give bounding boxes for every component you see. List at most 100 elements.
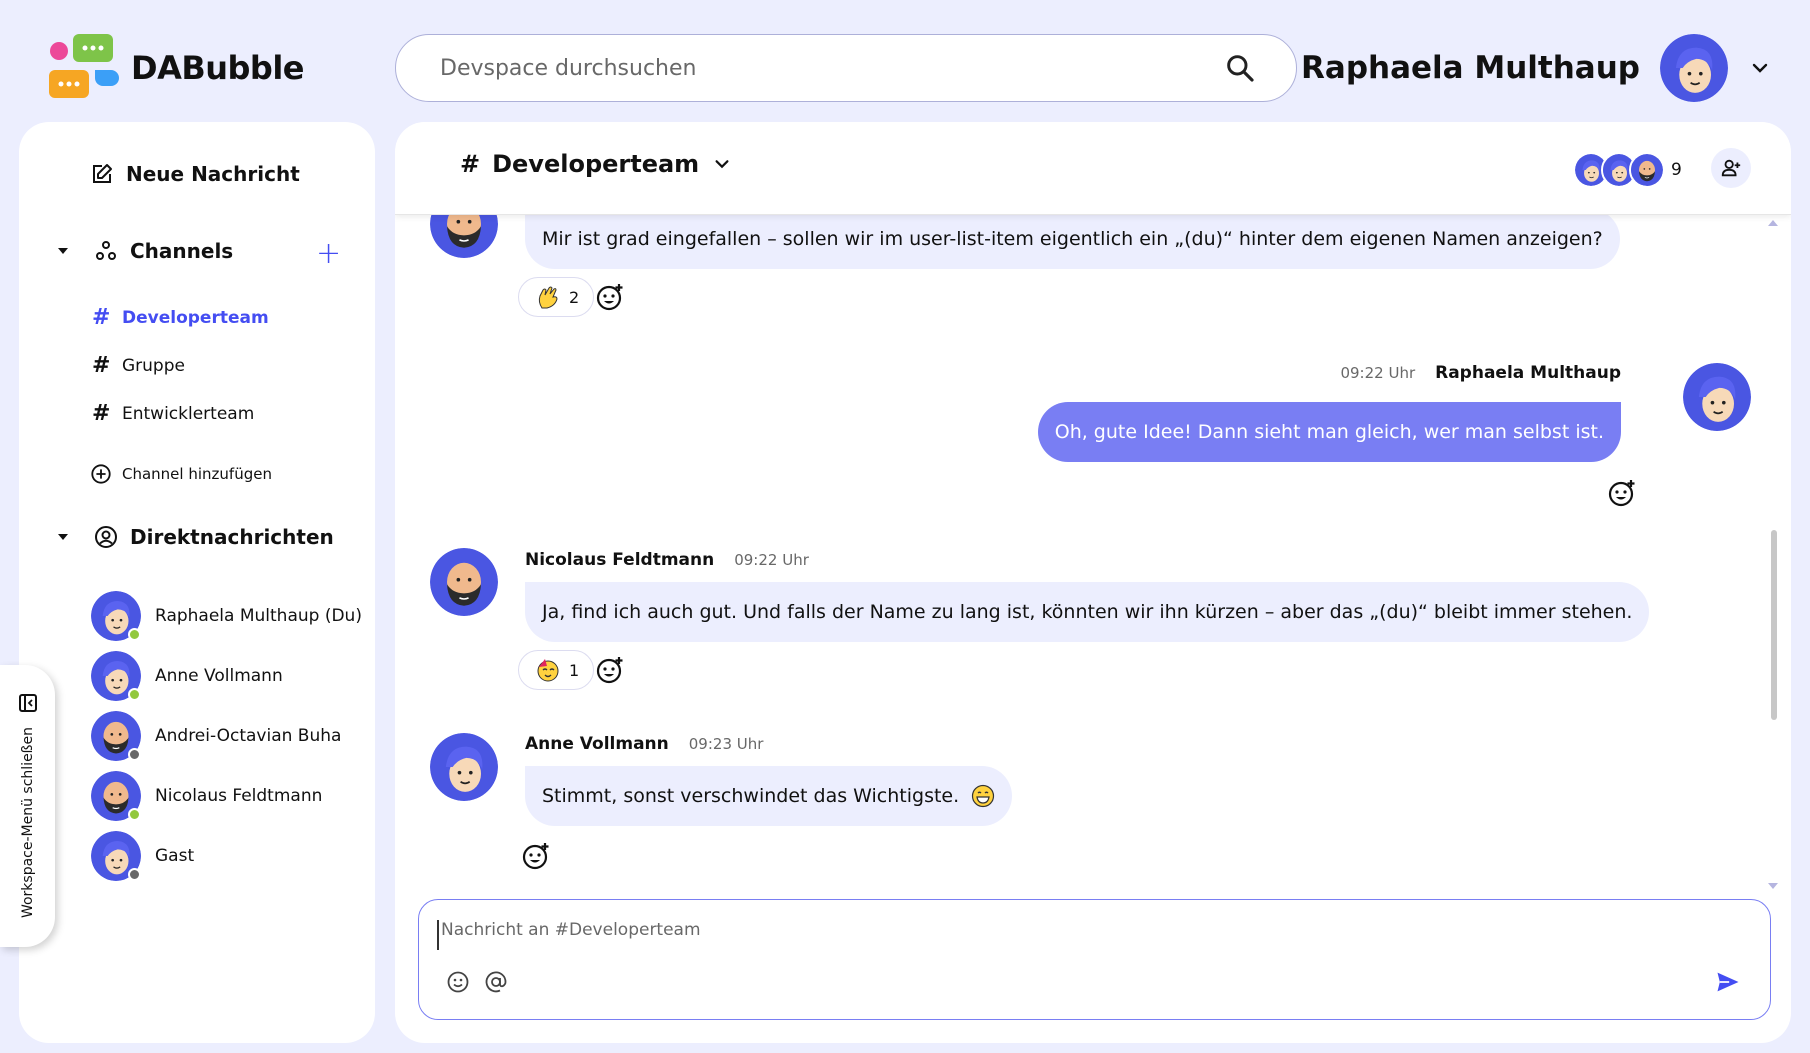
avatar-female-icon [1660,34,1728,102]
message-author[interactable]: Raphaela Multhaup [1435,363,1621,383]
message-avatar[interactable] [430,548,498,616]
chevron-down-icon[interactable] [1750,58,1770,78]
current-user-name[interactable]: Raphaela Multhaup [1301,50,1640,86]
app-logo: DABubble [49,34,304,102]
add-channel-button[interactable]: Channel hinzufügen [90,463,272,485]
message-meta: 09:22 Uhr Raphaela Multhaup [1340,363,1621,383]
search-input[interactable] [440,55,1224,81]
ok-hand-emoji-icon [538,286,558,309]
user-menu[interactable]: Raphaela Multhaup [1301,34,1770,102]
dm-avatar [91,711,141,761]
sidebar-item-direct-message[interactable]: Andrei-Octavian Buha [91,711,341,761]
message-bubble: Mir ist grad eingefallen – sollen wir im… [525,209,1620,269]
message-avatar[interactable] [1683,363,1751,431]
workspace-menu-toggle-label: Workspace-Menü schließen [19,727,36,919]
dm-name: Anne Vollmann [155,666,283,686]
member-avatar [1629,152,1665,188]
add-member-button[interactable] [1711,148,1751,188]
status-indicator [128,748,141,761]
add-channel-plus-button[interactable]: + [316,239,341,269]
channels-label: Channels [130,239,234,263]
dm-avatar [91,591,141,641]
channels-header[interactable]: Channels [56,239,233,263]
sidebar-item-channel[interactable]: # Entwicklerteam [92,401,254,426]
hash-icon: # [92,353,111,378]
add-reaction-icon[interactable] [595,655,625,685]
reaction-count: 2 [569,287,580,307]
sidebar-item-channel[interactable]: # Developerteam [92,305,269,330]
status-indicator [128,628,141,641]
message-bubble: Ja, find ich auch gut. Und falls der Nam… [525,582,1650,642]
direct-messages-label: Direktnachrichten [130,525,334,549]
add-reaction-icon[interactable] [1607,478,1637,508]
reaction-chip[interactable]: 1 [518,650,595,690]
dm-avatar [91,831,141,881]
party-face-emoji-icon [537,659,559,682]
message-list[interactable]: Mir ist grad eingefallen – sollen wir im… [395,190,1791,1015]
workspace-sidebar: Neue Nachricht Channels + # Developertea… [0,122,375,1043]
chevron-down-icon [715,160,729,169]
sidebar-item-direct-message[interactable]: Nicolaus Feldtmann [91,771,322,821]
channel-title-button[interactable]: # Developerteam [460,150,731,178]
edit-icon [93,164,112,183]
new-message-button[interactable]: Neue Nachricht [90,162,300,186]
search-icon[interactable] [1224,52,1256,84]
message-time: 09:23 Uhr [688,735,764,753]
dm-avatar [91,771,141,821]
channel-name: Entwicklerteam [122,403,255,424]
scrollbar-thumb[interactable] [1771,530,1777,720]
caret-down-icon[interactable] [56,244,70,258]
scroll-up-icon[interactable] [1767,219,1779,227]
search-bar[interactable] [395,34,1297,102]
status-indicator [128,868,141,881]
sidebar-collapse-icon [18,694,37,712]
add-reaction-icon[interactable] [595,282,625,312]
add-channel-label: Channel hinzufügen [122,465,272,483]
message-meta: Nicolaus Feldtmann 09:22 Uhr [525,550,809,570]
message-bubble: Stimmt, sonst verschwindet das Wichtigst… [525,766,1013,826]
message-time: 09:22 Uhr [1340,364,1416,382]
current-user-avatar[interactable] [1660,34,1728,102]
app-name: DABubble [131,49,304,87]
channel-name: Gruppe [122,355,185,376]
channel-members-button[interactable]: 9 [1573,152,1682,188]
message-text: Mir ist grad eingefallen – sollen wir im… [542,228,1603,250]
message-input[interactable] [437,920,1737,950]
message-text: Stimmt, sonst verschwindet das Wichtigst… [542,785,960,807]
message-author[interactable]: Anne Vollmann [525,734,669,754]
sidebar-item-channel[interactable]: # Gruppe [92,353,185,378]
direct-messages-header[interactable]: Direktnachrichten [56,525,334,549]
sidebar-item-direct-message[interactable]: Anne Vollmann [91,651,283,701]
dm-avatar [91,651,141,701]
scroll-down-icon[interactable] [1767,882,1779,890]
composer-tools [446,970,522,994]
hash-icon: # [460,150,481,178]
grin-emoji-icon [972,784,995,808]
caret-down-icon[interactable] [56,530,70,544]
send-icon[interactable] [1714,968,1742,996]
status-indicator [128,808,141,821]
channel-name: Developerteam [122,307,269,328]
new-message-label: Neue Nachricht [126,162,300,186]
message-avatar[interactable] [430,733,498,801]
dm-name: Gast [155,846,195,866]
add-circle-icon [91,464,111,484]
message-meta: Anne Vollmann 09:23 Uhr [525,734,763,754]
message-time: 09:22 Uhr [734,551,809,569]
dm-name: Andrei-Octavian Buha [155,726,342,746]
sidebar-item-direct-message[interactable]: Raphaela Multhaup (Du) [91,591,362,641]
channel-panel: # Developerteam 9 Mir ist grad eingefall… [395,122,1791,1043]
add-reaction-icon[interactable] [521,841,551,871]
reaction-chip[interactable]: 2 [518,277,595,317]
message-author[interactable]: Nicolaus Feldtmann [525,550,714,570]
logo-icon [49,34,119,98]
emoji-picker-icon[interactable] [446,970,470,994]
message-composer [418,899,1771,1020]
workspace-menu-toggle[interactable]: Workspace-Menü schließen [0,665,55,947]
mention-icon[interactable] [484,970,508,994]
hash-icon: # [92,305,111,330]
message-text: Ja, find ich auch gut. Und falls der Nam… [542,601,1633,623]
sidebar-item-direct-message[interactable]: Gast [91,831,194,881]
account-circle-icon [95,526,117,548]
dm-name: Raphaela Multhaup (Du) [155,606,362,626]
